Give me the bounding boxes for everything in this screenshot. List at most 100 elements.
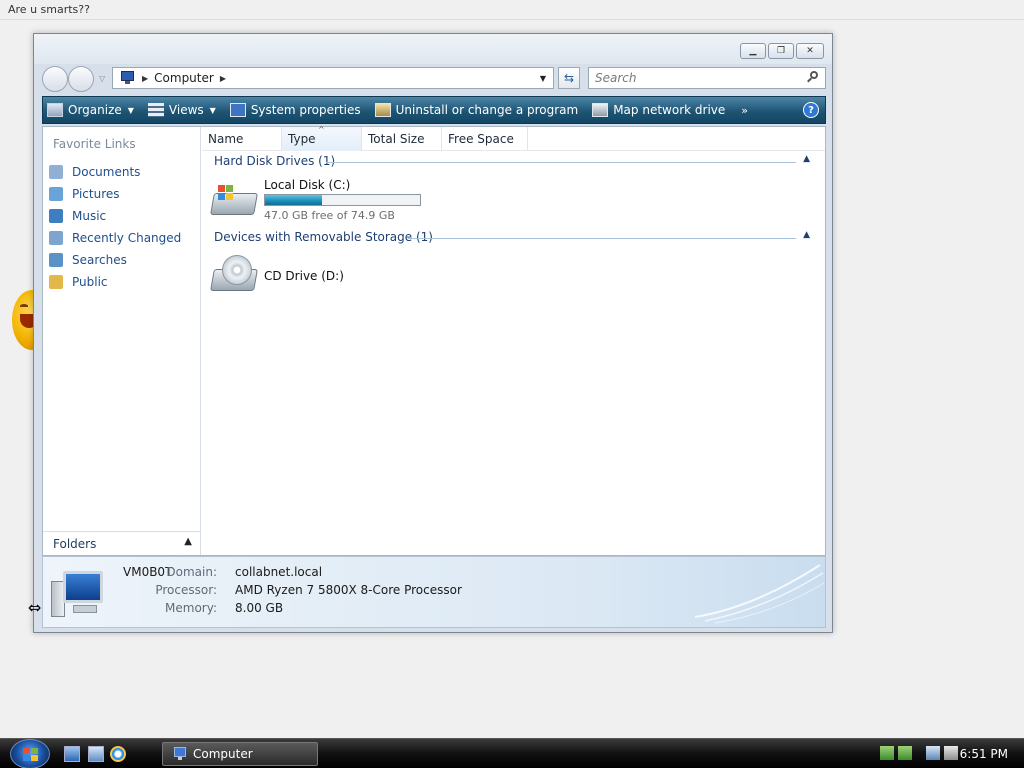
views-label: Views [168,103,204,117]
hard-drive-icon [210,179,260,221]
system-properties-button[interactable]: System properties [229,103,361,117]
search-input[interactable]: Search [588,67,826,89]
chevron-up-icon: ▲ [803,154,810,164]
organize-button[interactable]: Organize ▼ [47,103,134,117]
drive-label: Local Disk (C:) [264,178,351,192]
group-title: Devices with Removable Storage (1) [214,230,433,244]
processor-label: Processor: [155,583,217,597]
clock[interactable]: 6:51 PM [960,747,1008,761]
more-commands-icon[interactable]: » [741,104,748,117]
content-area: Favorite Links Documents Pictures Music … [42,125,826,556]
chevron-down-icon: ▼ [127,105,134,115]
map-network-drive-button[interactable]: Map network drive [592,103,725,117]
nav-link-recently-changed[interactable]: Recently Changed [49,227,181,249]
maximize-icon: ❐ [776,46,786,56]
minimize-icon: ▁ [749,46,757,56]
computer-icon [118,71,136,85]
breadcrumb-arrow-icon[interactable]: ▶ [220,74,226,83]
show-desktop-icon[interactable] [64,746,80,762]
window-titlebar[interactable]: ▁ ❐ ✕ [34,34,832,64]
refresh-button[interactable]: ⇆ [558,67,580,89]
taskbar: Computer 6:51 PM [0,738,1024,768]
back-button[interactable] [42,66,68,92]
top-strip: Are u smarts?? [0,0,1024,20]
folders-label: Folders [53,537,97,551]
column-headers: Name ^ Type Total Size Free Space [202,125,825,151]
resize-cursor-icon: ⇔ [28,598,42,617]
close-button[interactable]: ✕ [796,43,824,59]
drive-label: CD Drive (D:) [264,269,344,283]
minimize-button[interactable]: ▁ [740,43,766,59]
group-header-removable[interactable]: Devices with Removable Storage (1) ▲ [214,230,814,248]
address-dropdown-icon[interactable]: ▼ [533,68,553,88]
views-icon [147,103,164,117]
system-properties-icon [229,103,246,117]
uninstall-program-label: Uninstall or change a program [395,103,579,117]
map-network-drive-label: Map network drive [613,103,726,117]
nav-link-label: Documents [72,165,141,179]
folders-toggle[interactable]: Folders ▲ [43,531,200,555]
address-bar[interactable]: ▶ Computer ▶ ▼ [112,67,554,89]
recent-pages-dropdown-icon[interactable]: ▽ [99,74,105,83]
uninstall-program-button[interactable]: Uninstall or change a program [374,103,579,117]
internet-explorer-icon[interactable] [110,746,126,762]
organize-icon [47,103,63,117]
network-drive-icon [592,103,609,117]
maximize-button[interactable]: ❐ [768,43,794,59]
network-connection-icon[interactable] [926,746,940,760]
top-strip-title: Are u smarts?? [8,3,90,16]
nav-link-public[interactable]: Public [49,271,181,293]
computer-icon [171,747,187,761]
network-status-icon[interactable] [880,746,894,760]
search-icon[interactable] [807,71,819,83]
search-placeholder: Search [595,71,637,85]
start-button[interactable] [10,739,50,768]
volume-muted-icon[interactable] [944,746,958,760]
system-tray: 6:51 PM [864,739,1024,768]
nav-link-label: Searches [72,253,127,267]
public-folder-icon [49,275,63,289]
recent-icon [49,231,63,245]
taskbar-button-computer[interactable]: Computer [162,742,318,766]
breadcrumb-arrow-icon[interactable]: ▶ [142,74,148,83]
address-row: ▽ ▶ Computer ▶ ▼ ⇆ Search [42,66,826,92]
group-header-hard-disk[interactable]: Hard Disk Drives (1) ▲ [214,154,814,172]
nav-link-music[interactable]: Music [49,205,181,227]
close-icon: ✕ [806,46,814,56]
system-properties-label: System properties [250,103,361,117]
pictures-icon [49,187,63,201]
taskbar-button-label: Computer [193,747,253,761]
domain-value: collabnet.local [235,565,323,579]
file-list-pane: Name ^ Type Total Size Free Space Hard D… [202,125,825,555]
nav-link-label: Public [72,275,108,289]
network-status-icon[interactable] [898,746,912,760]
cd-drive-icon [210,255,260,297]
nav-link-pictures[interactable]: Pictures [49,183,181,205]
breadcrumb-computer[interactable]: Computer [154,71,214,85]
disk-free-text: 47.0 GB free of 74.9 GB [264,209,395,222]
switch-windows-icon[interactable] [88,746,104,762]
column-free-space[interactable]: Free Space [442,127,528,151]
windows-logo-icon [23,748,39,762]
nav-link-documents[interactable]: Documents [49,161,181,183]
refresh-icon: ⇆ [563,71,575,85]
column-type[interactable]: ^ Type [282,125,362,151]
nav-link-label: Recently Changed [72,231,182,245]
sort-ascending-icon: ^ [318,125,325,134]
help-icon[interactable]: ? [803,102,819,118]
domain-label: Domain: [166,565,217,579]
decorative-swoosh [694,564,825,624]
music-icon [49,209,63,223]
column-name[interactable]: Name [202,127,282,151]
views-button[interactable]: Views ▼ [147,103,216,117]
column-total-size[interactable]: Total Size [362,127,442,151]
disk-usage-bar [264,194,421,206]
computer-icon [51,571,111,621]
disk-usage-fill [265,195,323,205]
forward-button[interactable] [68,66,94,92]
column-type-label: Type [288,132,316,146]
favorite-links-heading: Favorite Links [53,137,136,151]
nav-link-label: Music [72,209,107,223]
nav-link-searches[interactable]: Searches [49,249,181,271]
searches-icon [49,253,63,267]
